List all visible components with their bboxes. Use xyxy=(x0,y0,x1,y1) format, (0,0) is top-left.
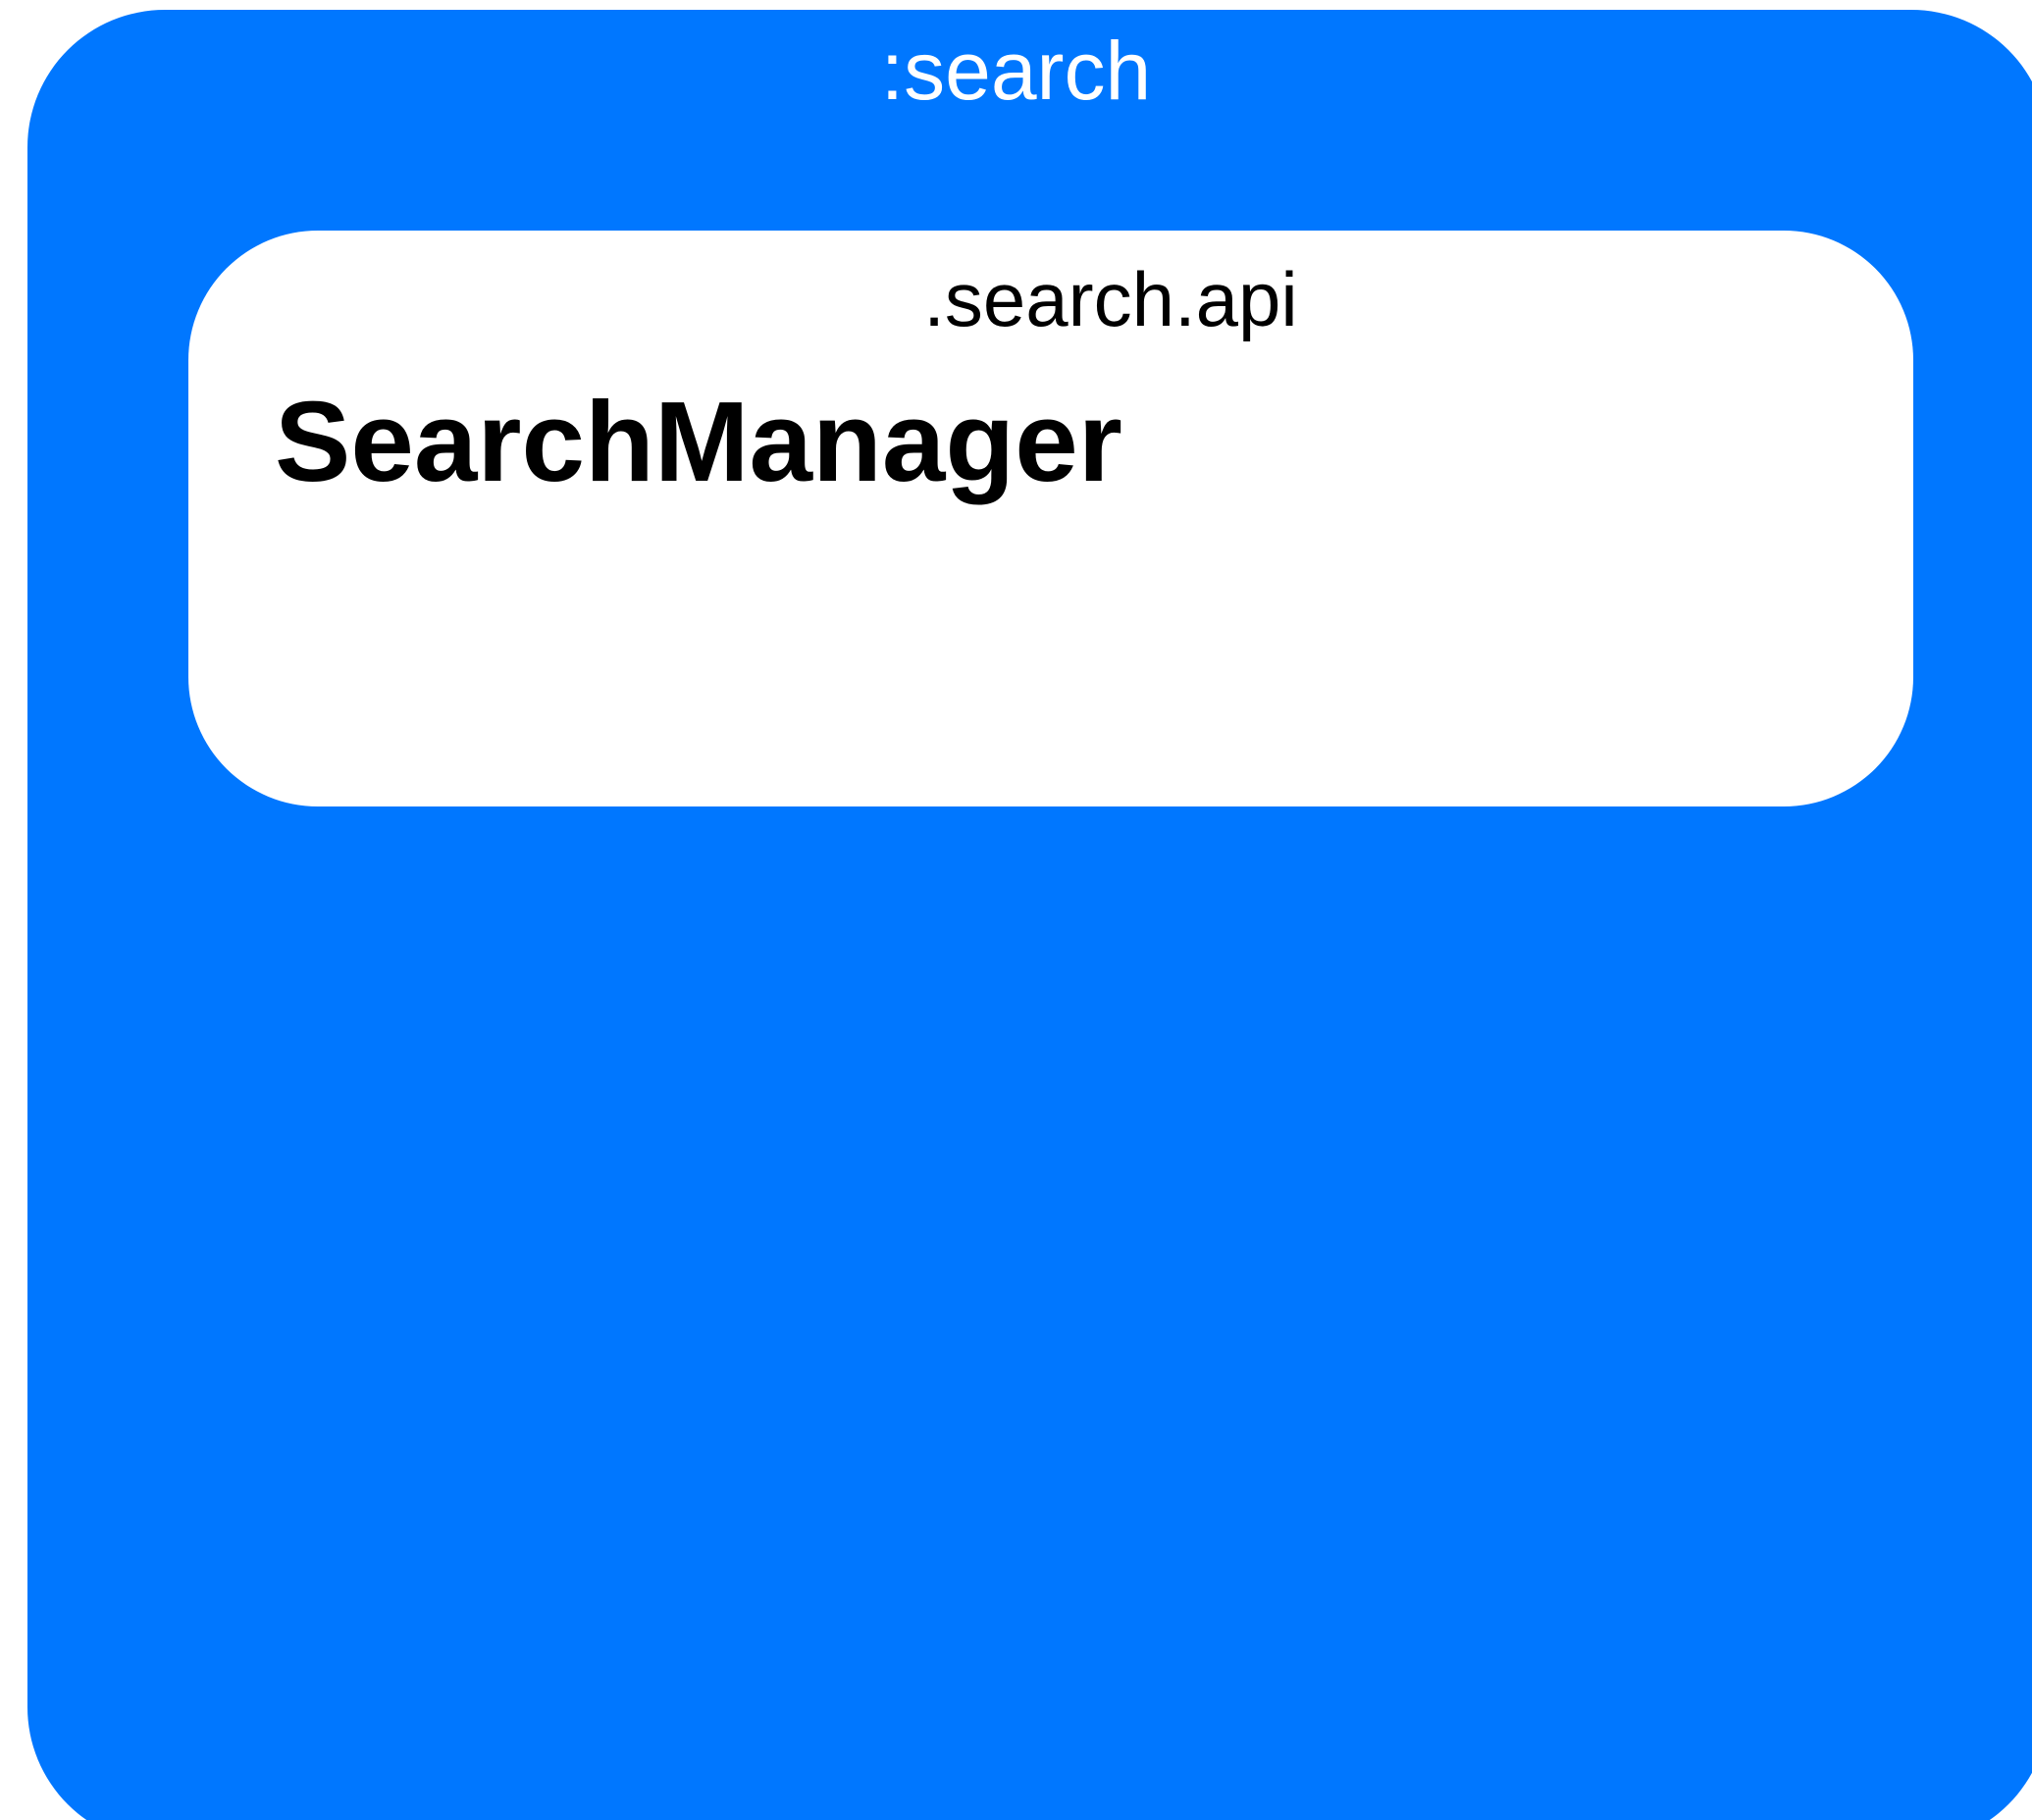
diagram-canvas: :search .search.api SearchManager xyxy=(0,0,2032,1820)
package-search-api: .search.api SearchManager xyxy=(188,231,1913,806)
module-title: :search xyxy=(880,25,1152,117)
package-title: .search.api xyxy=(923,256,1298,342)
class-name-search-manager: SearchManager xyxy=(275,378,1122,505)
